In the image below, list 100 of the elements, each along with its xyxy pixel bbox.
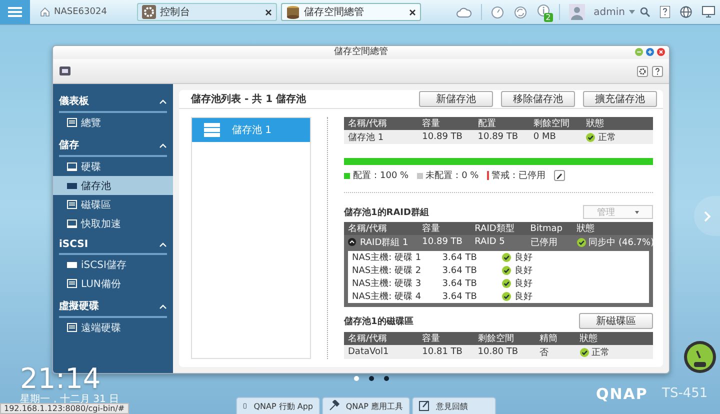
sidebar-item[interactable]: iSCSI儲存 (53, 255, 173, 274)
status-text: 良好 (514, 252, 532, 264)
status-text: 良好 (514, 290, 532, 303)
caret-icon[interactable] (629, 10, 635, 14)
sidebar-item[interactable]: 遠端硬碟 (53, 318, 173, 337)
action-button[interactable]: 新儲存池 (419, 91, 493, 107)
check-icon (502, 279, 512, 288)
section-title: 儲存池1的磁碟區 (344, 315, 414, 328)
table-cell-text: RAID群組 1 (360, 236, 408, 248)
check-icon (576, 238, 586, 246)
brand-logo: QNAP (596, 385, 648, 403)
settings-icon[interactable] (637, 66, 648, 76)
notification-badge: 2 (544, 13, 553, 22)
sidebar-item[interactable]: 磁碟區 (53, 195, 173, 214)
legend-label: 未配置：0 % (426, 170, 479, 182)
pencil-icon (556, 172, 563, 179)
sidebar-toggle-icon[interactable] (59, 66, 71, 76)
dashboard-gauge-icon[interactable] (683, 340, 717, 374)
close-icon[interactable] (264, 8, 272, 16)
section-title: iSCSI (59, 239, 88, 250)
legend-label: 配置：100 % (353, 170, 409, 182)
hammer-icon (329, 400, 340, 412)
table-cell: 10.89 TB (418, 130, 474, 144)
check-icon (586, 132, 595, 142)
monitor-icon[interactable] (702, 6, 715, 18)
dock-button[interactable]: QNAP 行動 App (236, 397, 320, 414)
menu-button[interactable] (0, 0, 30, 24)
table-cell: RAID 5 (470, 235, 526, 249)
table-cell: NAS主機: 硬碟 2 (348, 264, 438, 277)
help-icon[interactable] (652, 66, 663, 76)
table-cell: NAS主機: 硬碟 3 (348, 277, 438, 290)
table-cell: 10.89 TB (418, 235, 471, 249)
table-cell: 儲存池 1 (344, 130, 418, 144)
table-cell: 0 MB (529, 130, 582, 144)
column-header: 容量 (418, 222, 471, 235)
sync-icon[interactable] (514, 6, 527, 18)
sidebar-item[interactable]: 硬碟 (53, 157, 173, 176)
server-icon (204, 123, 220, 137)
column-header: 剩餘空間 (529, 117, 582, 130)
app-tab[interactable]: 控制台 (136, 3, 277, 21)
disk-stack-icon (286, 5, 300, 19)
page-dot[interactable] (354, 376, 359, 381)
column-header: Bitmap (526, 222, 573, 235)
table-cell: 3.64 TB (438, 277, 498, 290)
sidebar-item[interactable]: 總覽 (53, 113, 173, 132)
collapse-icon[interactable] (348, 238, 356, 246)
chevron-up-icon[interactable] (159, 142, 167, 148)
table-cell: 10.89 TB (474, 130, 530, 144)
page-dot[interactable] (369, 376, 374, 381)
maximize-icon[interactable] (646, 48, 654, 56)
user-name[interactable]: admin (594, 6, 625, 18)
check-icon (502, 253, 512, 262)
panel-title: 儲存池列表 - 共 1 儲存池 (191, 92, 308, 106)
caret-icon (635, 210, 639, 214)
sidebar-item[interactable]: 快取加速 (53, 214, 173, 233)
chevron-up-icon[interactable] (159, 304, 167, 308)
column-header: 狀態 (582, 117, 653, 130)
app-tab[interactable]: 儲存空間總管 (280, 3, 421, 21)
dock-button[interactable]: QNAP 應用工具 (322, 397, 410, 414)
column-header: 名稱/代稱 (344, 117, 418, 130)
table-cell: 10.80 TB (474, 345, 536, 359)
table-cell: DataVol1 (344, 345, 418, 359)
sidebar-item[interactable]: 儲存池 (53, 176, 173, 195)
legend-label: 警戒：已停用 (492, 170, 546, 182)
help-icon[interactable] (660, 6, 670, 18)
table-cell: 3.64 TB (438, 290, 498, 303)
check-icon (580, 348, 589, 356)
url-status-bar: 192.168.1.123:8080/cgi-bin/# (0, 403, 129, 414)
chevron-up-icon[interactable] (159, 242, 167, 247)
sidebar-item[interactable]: LUN備份 (53, 274, 173, 293)
cloud-icon[interactable] (456, 6, 472, 18)
action-button[interactable]: 新磁碟區 (579, 313, 653, 329)
host-name: NASE63024 (54, 7, 107, 17)
table-cell: 10.81 TB (418, 345, 474, 359)
chevron-right-icon (704, 210, 710, 222)
action-button[interactable]: 移除儲存池 (501, 91, 575, 107)
column-header: 容量 (418, 332, 474, 345)
status-text: 同步中 (46.7%) (588, 236, 654, 248)
column-header: 名稱/代稱 (344, 332, 418, 345)
column-header: 容量 (418, 117, 474, 130)
table-cell: NAS主機: 硬碟 1 (348, 251, 438, 264)
check-icon (502, 292, 512, 301)
section-title: 儀表板 (59, 94, 89, 108)
clock-date: 星期一，十二月 31 日 (20, 392, 120, 405)
check-icon (502, 266, 512, 275)
gauge-icon[interactable] (490, 6, 504, 18)
close-icon[interactable] (408, 8, 416, 16)
window-title: 儲存空間總管 (334, 47, 388, 57)
chevron-up-icon[interactable] (159, 98, 167, 104)
edit-button[interactable] (554, 170, 565, 181)
section-title: 儲存池1的RAID群組 (344, 206, 429, 218)
action-button[interactable]: 擴充儲存池 (583, 91, 657, 107)
dock-button[interactable]: 意見回饋 (412, 397, 496, 414)
page-dot[interactable] (384, 376, 389, 381)
column-header: RAID類型 (470, 222, 526, 235)
globe-icon[interactable] (680, 6, 692, 18)
column-header: 狀態 (576, 332, 653, 345)
gear-icon (142, 5, 156, 19)
search-icon[interactable] (640, 7, 650, 17)
model-name: TS-451 (662, 386, 708, 401)
